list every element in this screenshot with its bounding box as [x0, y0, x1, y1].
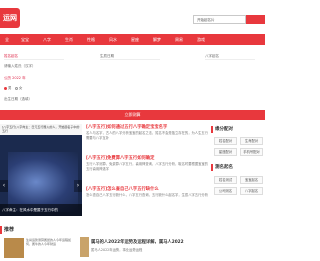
article-summary: 五行八字测算，免费算八字五行，喜用神查询，八字五行分析，取名时要根据宝宝的五行喜…	[86, 162, 208, 171]
nav-item-home[interactable]: 全	[0, 37, 14, 43]
slider-next-icon[interactable]: ›	[74, 180, 82, 192]
nav-item-zhouyi[interactable]: 周易	[168, 37, 190, 43]
calendar-value[interactable]: 公历 2022 年	[4, 76, 26, 81]
nav-item-zodiac[interactable]: 生肖	[58, 37, 80, 43]
recommend-thumbnail[interactable]	[4, 238, 24, 258]
search-button[interactable]	[246, 15, 265, 24]
gender-group: 男 女	[4, 86, 22, 91]
name-test-button[interactable]: 姓名测试	[214, 176, 237, 184]
recommend-item-image[interactable]	[80, 237, 89, 257]
slider-caption[interactable]: 八字命主：在风水中是属于五行中的	[0, 204, 82, 216]
nav-item-games[interactable]: 游戏	[190, 37, 212, 43]
search-input[interactable]: 开始起名片	[193, 15, 246, 24]
slider-prev-icon[interactable]: ‹	[0, 180, 8, 192]
article-title[interactable]: [八字五行]如何通过五行八字确定宝宝名字	[86, 124, 209, 130]
article-list: [八字五行]如何通过五行八字确定宝宝名字 名人与名字，古人的八字分析宝宝的起名之…	[86, 124, 209, 216]
article-title[interactable]: [八字五行]怎么查自己八字五行缺什么	[86, 186, 209, 192]
gender-male-radio[interactable]	[4, 86, 7, 90]
nav-item-baby[interactable]: 宝宝	[14, 37, 36, 43]
list-item[interactable]: [八字五行]免费算八字五行如何确定 五行八字测算，免费算八字五行，喜用神查询，八…	[86, 155, 209, 172]
bazi-naming-button[interactable]: 八字起名	[240, 187, 263, 195]
article-summary: 名人与名字，古人的八字分析宝宝的起名之法，姓名不会是独立存在的，为人生五行需要与…	[86, 131, 208, 140]
naming-section-title: 测名起名	[211, 164, 265, 171]
article-summary: 怎么查自己八字五行缺什么，八字五行查询，五行缺什么起名字，生辰八字五行分析	[86, 193, 208, 197]
site-logo[interactable]: 运网	[0, 8, 20, 28]
logo-text: 运网	[3, 14, 17, 22]
image-slider[interactable]: [八字五行]八字命主：日元五行属火的人，开始起名子中的五行 ‹ › 八字命主：在…	[0, 124, 82, 216]
nav-item-fengshui[interactable]: 风水	[102, 37, 124, 43]
list-item[interactable]: [八字五行]如何通过五行八字确定宝宝名字 名人与名字，古人的八字分析宝宝的起名之…	[86, 124, 209, 141]
sidebar: 缘分配对 姓名配对 生肖配对 星座配对 手机号配对 测名起名 姓名测试 宝宝起名…	[211, 124, 265, 216]
star-pairing-button[interactable]: 星座配对	[214, 148, 237, 156]
company-name-button[interactable]: 公司测名	[214, 187, 237, 195]
nav-item-star[interactable]: 星座	[124, 37, 146, 43]
optional-birth-label[interactable]: 出生日期（选填）	[4, 97, 32, 102]
slider-top-caption[interactable]: [八字五行]八字命主：日元五行属火的人，开始起名子中的五行	[0, 124, 82, 135]
birthdate-input[interactable]: 生辰日期	[100, 54, 160, 60]
zodiac-pairing-button[interactable]: 生肖配对	[240, 137, 263, 145]
pairing-section-title: 缘分配对	[211, 126, 265, 133]
recommend-item-title[interactable]: 属马的人2022年运势及运程详解，属马人2022	[91, 239, 211, 245]
nav-item-dream[interactable]: 解梦	[146, 37, 168, 43]
baby-naming-button[interactable]: 宝宝起名	[240, 176, 263, 184]
slider-image	[8, 152, 78, 212]
recommend-thumb-text[interactable]: 生肖运势测算属鼠的人今年运程如何，属牛的人今年财运	[26, 238, 74, 246]
gender-female-radio[interactable]	[14, 86, 18, 90]
phone-pairing-button[interactable]: 手机号配对	[240, 148, 263, 156]
nav-item-personality[interactable]: 性格	[80, 37, 102, 43]
naming-form: 姓名起名 请输入姓氏（汉字） 生辰日期 八字起名 公历 2022 年 男 女 出…	[0, 48, 265, 110]
nav-item-bazi[interactable]: 八字	[36, 37, 58, 43]
recommend-item-desc: 属马人2022年运势，事业运势运程	[91, 248, 143, 252]
main-nav: 全 宝宝 八字 生肖 性格 风水 星座 解梦 周易 游戏	[0, 34, 265, 45]
name-pairing-button[interactable]: 姓名配对	[214, 137, 237, 145]
bazi-naming-input[interactable]: 八字起名	[205, 54, 255, 60]
article-title[interactable]: [八字五行]免费算八字五行如何确定	[86, 155, 209, 161]
surname-hint: 请输入姓氏（汉字）	[4, 64, 36, 68]
gender-male-label: 男	[8, 86, 12, 90]
submit-button[interactable]: 立即测算	[0, 110, 265, 120]
recommend-title: 推荐	[0, 226, 14, 234]
header: 运网 开始起名片	[0, 0, 265, 33]
list-item[interactable]: [八字五行]怎么查自己八字五行缺什么 怎么查自己八字五行缺什么，八字五行查询，五…	[86, 186, 209, 203]
gender-female-label: 女	[18, 86, 23, 90]
surname-input[interactable]: 姓名起名	[4, 54, 64, 60]
